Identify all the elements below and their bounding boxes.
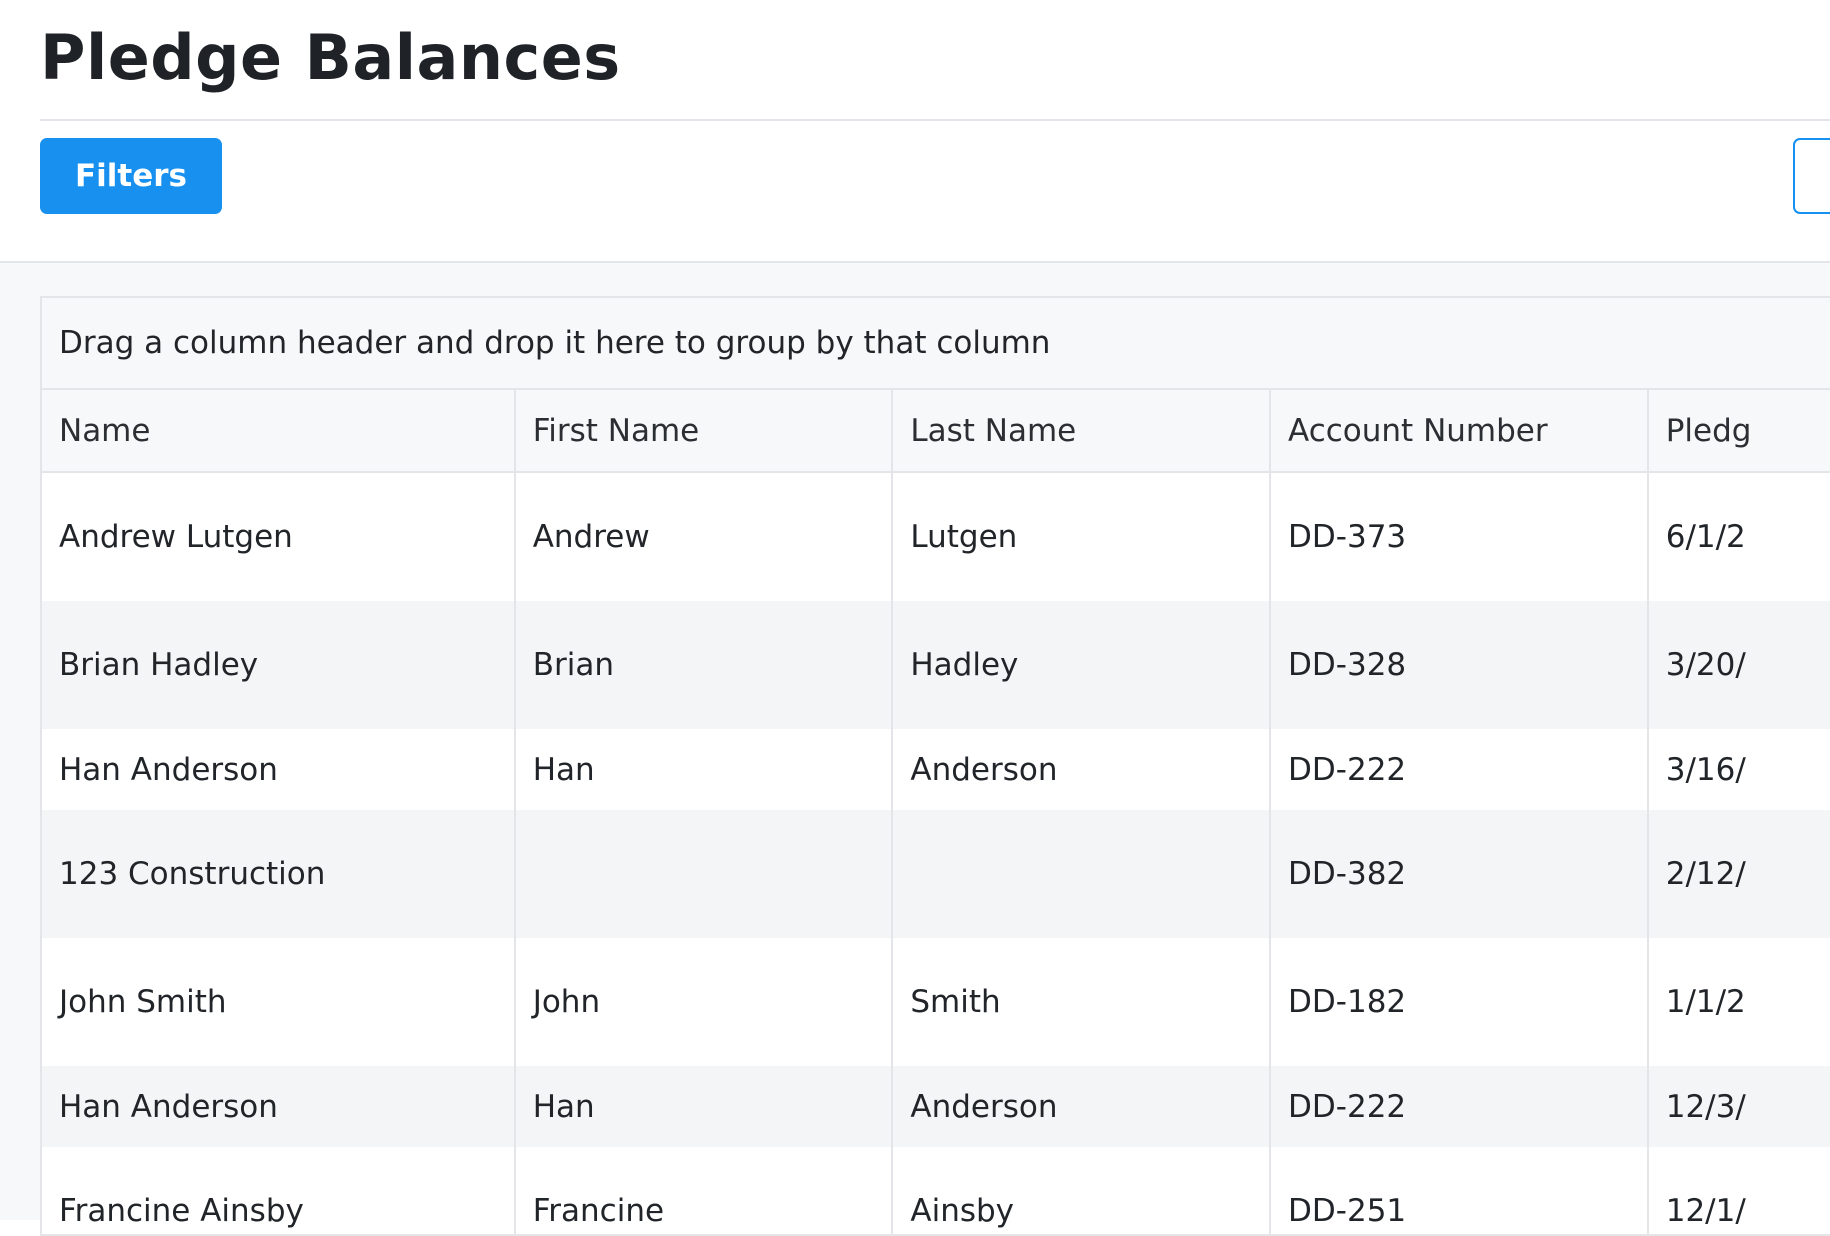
cell-name: 123 Construction [42, 810, 516, 938]
table-row[interactable]: Francine Ainsby Francine Ainsby DD-251 1… [42, 1147, 1830, 1234]
filters-button[interactable]: Filters [40, 138, 222, 214]
cell-first-name: Han [516, 729, 894, 810]
cell-first-name [516, 810, 894, 938]
cell-pledge: 12/1/ [1665, 1193, 1746, 1229]
cell-name: Han Anderson [42, 729, 516, 810]
table-row[interactable]: Han Anderson Han Anderson DD-222 12/3/ [42, 1066, 1830, 1147]
cell-first-name: Francine [516, 1147, 894, 1234]
toolbar-secondary-button[interactable] [1793, 138, 1830, 214]
cell-pledge: 1/1/2 [1665, 984, 1746, 1020]
column-header-last-name[interactable]: Last Name [893, 390, 1272, 471]
column-header-name[interactable]: Name [42, 390, 516, 471]
group-panel[interactable]: Drag a column header and drop it here to… [42, 298, 1830, 390]
cell-account-number: DD-373 [1271, 473, 1649, 601]
title-divider [40, 119, 1830, 121]
table-row[interactable]: Brian Hadley Brian Hadley DD-328 3/20/ [42, 601, 1830, 729]
cell-account-number: DD-222 [1271, 1066, 1649, 1147]
cell-first-name: John [516, 938, 894, 1066]
page-header: Pledge Balances Filters [0, 0, 1830, 263]
cell-pledge: 6/1/2 [1665, 519, 1746, 555]
cell-last-name: Anderson [893, 729, 1272, 810]
table-row[interactable]: 123 Construction DD-382 2/12/ [42, 810, 1830, 938]
cell-account-number: DD-328 [1271, 601, 1649, 729]
column-header-first-name[interactable]: First Name [516, 390, 894, 471]
column-header-account-number[interactable]: Account Number [1271, 390, 1649, 471]
cell-name: Brian Hadley [42, 601, 516, 729]
cell-account-number: DD-382 [1271, 810, 1649, 938]
table-row[interactable]: John Smith John Smith DD-182 1/1/2 [42, 938, 1830, 1066]
table-row[interactable]: Andrew Lutgen Andrew Lutgen DD-373 6/1/2 [42, 473, 1830, 601]
cell-first-name: Han [516, 1066, 894, 1147]
table-row[interactable]: Han Anderson Han Anderson DD-222 3/16/ [42, 729, 1830, 810]
cell-last-name [893, 810, 1272, 938]
page-title: Pledge Balances [40, 21, 621, 94]
cell-pledge: 3/16/ [1665, 751, 1746, 788]
cell-last-name: Hadley [893, 601, 1272, 729]
cell-last-name: Lutgen [893, 473, 1272, 601]
cell-name: John Smith [42, 938, 516, 1066]
cell-name: Francine Ainsby [42, 1147, 516, 1234]
cell-first-name: Brian [516, 601, 894, 729]
cell-pledge: 12/3/ [1665, 1088, 1746, 1125]
cell-last-name: Anderson [893, 1066, 1272, 1147]
cell-name: Han Anderson [42, 1066, 516, 1147]
cell-first-name: Andrew [516, 473, 894, 601]
cell-last-name: Smith [893, 938, 1272, 1066]
cell-pledge: 2/12/ [1665, 856, 1746, 892]
data-grid: Drag a column header and drop it here to… [40, 296, 1830, 1236]
cell-account-number: DD-182 [1271, 938, 1649, 1066]
cell-account-number: DD-251 [1271, 1147, 1649, 1234]
cell-pledge: 3/20/ [1665, 647, 1746, 683]
cell-account-number: DD-222 [1271, 729, 1649, 810]
grid-area: Drag a column header and drop it here to… [0, 263, 1830, 1236]
column-header-pledge[interactable]: Pledg [1649, 390, 1830, 471]
cell-last-name: Ainsby [893, 1147, 1272, 1234]
cell-name: Andrew Lutgen [42, 473, 516, 601]
grid-header-row: Name First Name Last Name Account Number… [42, 390, 1830, 473]
